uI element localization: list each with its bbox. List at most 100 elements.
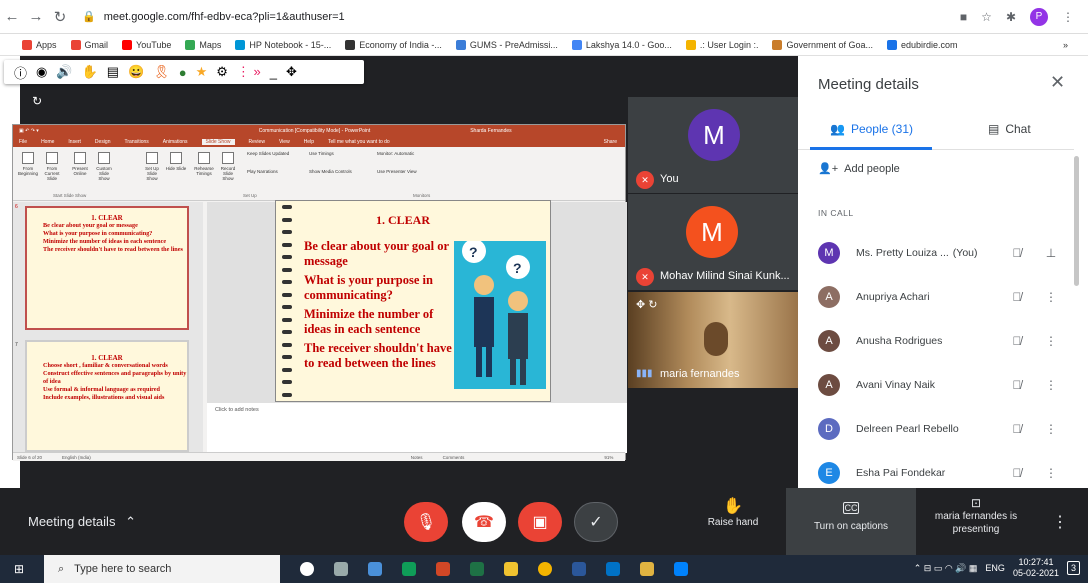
more-bookmarks-icon[interactable]: »	[1063, 40, 1088, 50]
settings-icon[interactable]: ⚙	[216, 64, 228, 80]
chrome-icon[interactable]	[538, 562, 552, 576]
ppt-share-button[interactable]: Share	[604, 139, 625, 145]
info-icon[interactable]: ⓘ	[14, 63, 27, 82]
slide-thumbnail-7[interactable]: 1. CLEAR Choose short , familiar & conve…	[25, 340, 189, 452]
bluetooth-icon[interactable]	[674, 562, 688, 576]
camera-toggle-button[interactable]: ▣	[518, 502, 562, 542]
current-slide[interactable]: 1. CLEAR Be clear about your goal or mes…	[275, 200, 551, 402]
ribbon-icon[interactable]: 🎗	[153, 64, 170, 80]
bookmark-item[interactable]: YouTube	[122, 39, 171, 50]
powerpoint-icon[interactable]	[436, 562, 450, 576]
more-options-icon[interactable]: ⋮	[1052, 512, 1068, 532]
extensions-icon[interactable]: ✱	[1006, 10, 1016, 24]
bookmark-item[interactable]: Apps	[22, 39, 57, 50]
eye-icon[interactable]: ◉	[36, 64, 47, 80]
app-icon[interactable]	[368, 562, 382, 576]
ppt-tab[interactable]: File	[19, 139, 27, 145]
ribbon-button[interactable]: Present Online	[69, 149, 91, 176]
excel-icon[interactable]	[470, 562, 484, 576]
note-icon[interactable]: ▤	[107, 64, 119, 80]
menu-icon[interactable]: ⋮	[1062, 10, 1074, 24]
forward-icon[interactable]: →	[24, 8, 48, 25]
captions-button[interactable]: CC Turn on captions	[786, 488, 916, 555]
ribbon-option[interactable]: Use Presenter View	[377, 169, 417, 174]
ribbon-button[interactable]: Rehearse Timings	[193, 149, 215, 176]
ribbon-button[interactable]: From Beginning	[17, 149, 39, 176]
ribbon-button[interactable]: Custom Slide Show	[93, 149, 115, 181]
bookmark-item[interactable]: Government of Goa...	[772, 39, 873, 50]
close-icon[interactable]: ✕	[1050, 72, 1065, 93]
language-indicator[interactable]: ENG	[985, 563, 1005, 573]
ribbon-button[interactable]: Set Up Slide Show	[141, 149, 163, 181]
panel-scrollbar[interactable]	[1074, 156, 1079, 286]
star-tool-icon[interactable]: ★	[196, 64, 208, 80]
ppt-tab[interactable]: Transitions	[125, 139, 149, 145]
bookmark-item[interactable]: Maps	[185, 39, 221, 50]
participant-row[interactable]: A Anupriya Achari 🎙̸ ⋮	[818, 282, 1068, 312]
participant-row[interactable]: D Delreen Pearl Rebello 🎙̸ ⋮	[818, 414, 1068, 444]
present-button[interactable]: ✓	[574, 502, 618, 542]
reload-icon[interactable]: ↻	[48, 8, 72, 26]
file-explorer-icon[interactable]	[640, 562, 654, 576]
windows-start-icon[interactable]: ⊞	[14, 562, 24, 576]
ppt-tab[interactable]: Design	[95, 139, 111, 145]
ribbon-button[interactable]: Hide Slide	[165, 149, 187, 171]
refresh-icon[interactable]: ↻	[32, 94, 42, 108]
more-vert-icon[interactable]: ⋮	[1034, 290, 1068, 304]
pin-icon[interactable]: ⊥	[1034, 246, 1068, 260]
url-field[interactable]: 🔒 meet.google.com/fhf-edbv-eca?pli=1&aut…	[82, 10, 345, 24]
leave-call-button[interactable]: ☎	[462, 502, 506, 542]
ribbon-option[interactable]: Show Media Controls	[309, 169, 352, 174]
back-icon[interactable]: ←	[0, 8, 24, 25]
bookmark-item[interactable]: GUMS - PreAdmissi...	[455, 39, 558, 50]
ribbon-option[interactable]: Keep Slides Updated	[247, 151, 289, 156]
mic-toggle-button[interactable]: 🎙	[404, 502, 448, 542]
bookmark-item[interactable]: edubirdie.com	[887, 39, 958, 50]
edge-icon[interactable]	[402, 562, 416, 576]
slide-thumbnail-6[interactable]: 1. CLEAR Be clear about your goal or mes…	[25, 206, 189, 330]
store-icon[interactable]	[504, 562, 518, 576]
word-icon[interactable]	[572, 562, 586, 576]
chat-bubble-icon[interactable]: ●	[179, 65, 187, 80]
participant-row[interactable]: M Ms. Pretty Louiza ... (You) 🎙̸ ⊥	[818, 238, 1068, 268]
more-vert-icon[interactable]: ⋮	[1034, 334, 1068, 348]
more-vert-icon[interactable]: ⋮	[1034, 422, 1068, 436]
tile-move-icon[interactable]: ✥ ↻	[636, 298, 658, 311]
ribbon-button[interactable]: From Current Slide	[41, 149, 63, 181]
task-view-icon[interactable]	[334, 562, 348, 576]
more-vert-icon[interactable]: ⋮	[1034, 378, 1068, 392]
ribbon-option[interactable]: Monitor: Automatic	[377, 151, 414, 156]
ppt-tab[interactable]: Insert	[68, 139, 81, 145]
participant-row[interactable]: E Esha Pai Fondekar 🎙̸ ⋮	[818, 458, 1068, 488]
taskbar-search[interactable]: ⌕ Type here to search	[44, 555, 280, 583]
star-icon[interactable]: ☆	[981, 10, 992, 24]
bookmark-item[interactable]: Lakshya 14.0 - Goo...	[571, 39, 672, 50]
bookmark-item[interactable]: .: User Login :.	[685, 39, 758, 50]
mail-icon[interactable]	[606, 562, 620, 576]
minimize-icon[interactable]: _	[270, 65, 277, 80]
status-notes[interactable]: Notes	[411, 455, 423, 460]
ribbon-option[interactable]: Use Timings	[309, 151, 334, 156]
more-vert-icon[interactable]: ⋮	[1034, 466, 1068, 480]
ppt-tab[interactable]: Help	[304, 139, 314, 145]
raise-hand-button[interactable]: ✋ Raise hand	[700, 496, 766, 529]
bookmark-item[interactable]: Gmail	[70, 39, 108, 50]
ppt-tab[interactable]: View	[279, 139, 290, 145]
notes-pane[interactable]: Click to add notes	[207, 403, 627, 453]
speaker-icon[interactable]: 🔊	[56, 64, 72, 80]
notification-count[interactable]: 3	[1066, 561, 1080, 575]
bookmark-item[interactable]: Economy of India -...	[345, 39, 442, 50]
clock[interactable]: 10:27:41 05-02-2021	[1013, 557, 1059, 579]
ppt-tab[interactable]: Review	[249, 139, 265, 145]
bookmark-item[interactable]: HP Notebook - 15-...	[235, 39, 331, 50]
tab-people[interactable]: 👥 People (31)	[830, 122, 913, 136]
ribbon-option[interactable]: Play Narrations	[247, 169, 278, 174]
tab-chat[interactable]: ▤ Chat	[988, 122, 1031, 136]
ppt-tab[interactable]: Slide Show	[201, 139, 235, 145]
participant-row[interactable]: A Anusha Rodrigues 🎙̸ ⋮	[818, 326, 1068, 356]
meeting-details-button[interactable]: Meeting details ⌃	[28, 514, 136, 530]
ppt-tab[interactable]: Tell me what you want to do	[328, 139, 390, 145]
move-handle-icon[interactable]: ✥	[10, 94, 20, 108]
camera-icon[interactable]: ■	[960, 10, 967, 24]
hand-icon[interactable]: ✋	[82, 64, 98, 80]
